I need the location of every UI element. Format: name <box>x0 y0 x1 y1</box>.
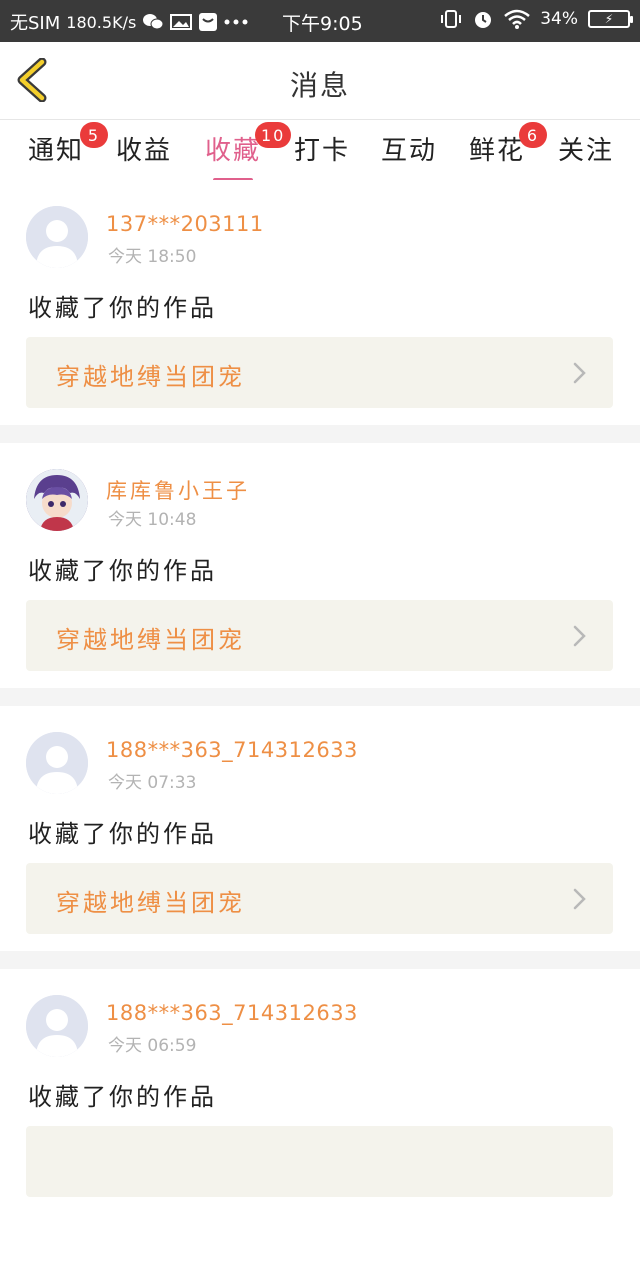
default-avatar-icon <box>26 995 88 1057</box>
tab-label: 收藏 <box>205 136 262 166</box>
tab-label: 打卡 <box>294 136 351 166</box>
carrier-text: 无SIM <box>10 13 61 34</box>
work-link[interactable] <box>26 1126 613 1197</box>
tab-label: 收益 <box>116 136 173 166</box>
work-title: 穿越地缚当团宠 <box>56 363 245 391</box>
status-right: 34% ⚡ <box>440 8 633 30</box>
message-card: 137***203111 今天 18:50 收藏了你的作品 穿越地缚当团宠 <box>0 180 640 425</box>
tab-bar: 通知 5 收益 收藏 10 打卡 互动 鲜花 6 关注 <box>0 120 640 182</box>
chevron-right-icon <box>573 625 586 647</box>
page-title: 消息 <box>289 69 350 102</box>
message-card: 库库鲁小王子 今天 10:48 收藏了你的作品 穿越地缚当团宠 <box>0 443 640 688</box>
tab-badge: 6 <box>519 122 547 148</box>
tab-label: 鲜花 <box>469 136 526 166</box>
action-text: 收藏了你的作品 <box>28 557 217 585</box>
battery-percent: 34% <box>540 9 578 29</box>
more-dots-icon <box>224 19 248 25</box>
tab-label: 关注 <box>558 136 615 166</box>
timestamp: 今天 18:50 <box>108 247 197 267</box>
image-icon <box>170 13 193 31</box>
wechat-icon <box>142 13 164 31</box>
notification-icon <box>198 12 218 32</box>
message-card: 188***363_714312633 今天 07:33 收藏了你的作品 穿越地… <box>0 706 640 951</box>
divider <box>0 951 640 969</box>
avatar[interactable] <box>26 732 88 794</box>
timestamp: 今天 10:48 <box>108 510 197 530</box>
action-text: 收藏了你的作品 <box>28 294 217 322</box>
avatar[interactable] <box>26 469 88 531</box>
status-time: 下午9:05 <box>282 13 363 35</box>
tab-favorites[interactable]: 收藏 10 <box>205 122 292 182</box>
work-title: 穿越地缚当团宠 <box>56 889 245 917</box>
work-link[interactable]: 穿越地缚当团宠 <box>26 600 613 671</box>
status-bar: 无SIM 180.5K/s 下午9:05 34% ⚡ <box>0 0 640 42</box>
timestamp: 今天 06:59 <box>108 1036 197 1056</box>
message-list: 137***203111 今天 18:50 收藏了你的作品 穿越地缚当团宠 库库… <box>0 180 640 1269</box>
tab-earnings[interactable]: 收益 <box>116 130 172 176</box>
default-avatar-icon <box>26 732 88 794</box>
tab-badge: 10 <box>255 122 292 148</box>
chevron-right-icon <box>573 362 586 384</box>
divider <box>0 425 640 443</box>
divider <box>0 688 640 706</box>
tab-interaction[interactable]: 互动 <box>381 130 437 176</box>
status-left: 无SIM 180.5K/s <box>10 9 248 35</box>
username[interactable]: 137***203111 <box>106 212 264 236</box>
action-text: 收藏了你的作品 <box>28 820 217 848</box>
work-link[interactable]: 穿越地缚当团宠 <box>26 863 613 934</box>
default-avatar-icon <box>26 206 88 268</box>
username[interactable]: 188***363_714312633 <box>106 1001 358 1025</box>
header: 消息 <box>0 42 640 120</box>
wifi-icon <box>504 9 531 29</box>
tab-follow[interactable]: 关注 <box>558 130 614 176</box>
work-link[interactable]: 穿越地缚当团宠 <box>26 337 613 408</box>
tab-notice[interactable]: 通知 5 <box>28 122 108 176</box>
message-card: 188***363_714312633 今天 06:59 收藏了你的作品 <box>0 969 640 1269</box>
avatar[interactable] <box>26 995 88 1057</box>
alarm-icon <box>472 8 494 30</box>
avatar[interactable] <box>26 206 88 268</box>
timestamp: 今天 07:33 <box>108 773 197 793</box>
tab-flowers[interactable]: 鲜花 6 <box>469 122 547 176</box>
tab-label: 通知 <box>28 136 85 166</box>
battery-icon: ⚡ <box>588 10 633 28</box>
chevron-right-icon <box>573 888 586 910</box>
username[interactable]: 188***363_714312633 <box>106 738 358 762</box>
network-speed: 180.5K/s <box>66 12 137 32</box>
tab-checkin[interactable]: 打卡 <box>294 130 350 176</box>
anime-avatar-icon <box>26 469 88 531</box>
vibrate-icon <box>440 9 462 29</box>
tab-label: 互动 <box>381 136 438 166</box>
work-title: 穿越地缚当团宠 <box>56 626 245 654</box>
username[interactable]: 库库鲁小王子 <box>106 475 250 505</box>
action-text: 收藏了你的作品 <box>28 1083 217 1111</box>
tab-badge: 5 <box>80 122 108 148</box>
